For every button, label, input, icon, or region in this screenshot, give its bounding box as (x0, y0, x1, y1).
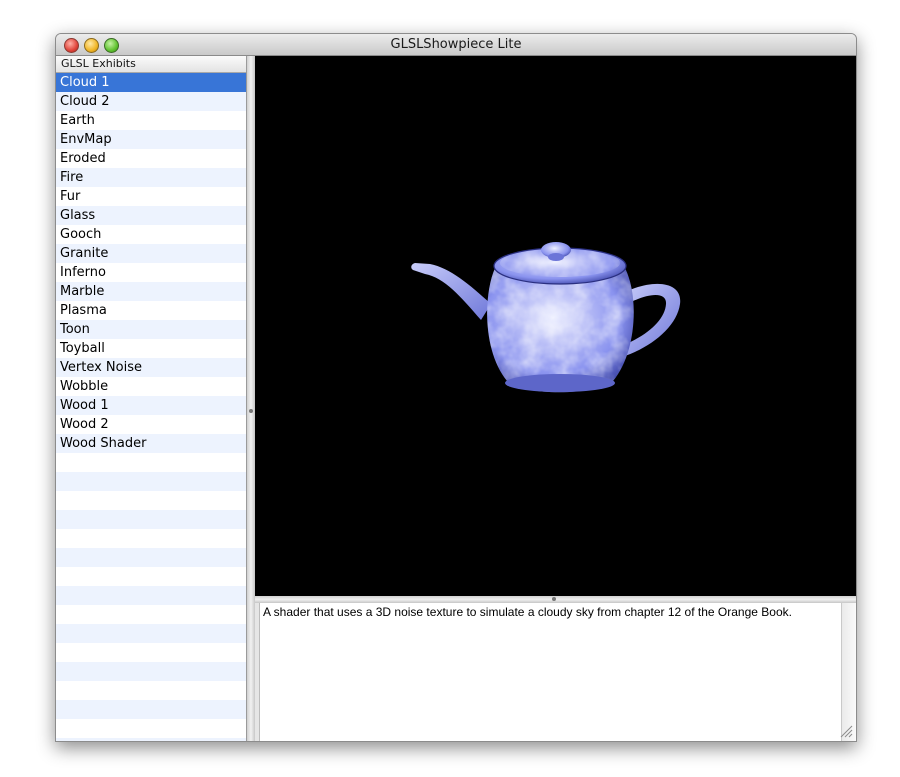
exhibit-item[interactable]: Wood 2 (56, 415, 246, 434)
window-title: GLSLShowpiece Lite (390, 37, 522, 52)
splitter-grip-icon (249, 409, 253, 413)
exhibit-item[interactable]: EnvMap (56, 130, 246, 149)
teapot-spout (411, 263, 491, 320)
exhibit-item[interactable]: Glass (56, 206, 246, 225)
exhibit-item[interactable]: Toyball (56, 339, 246, 358)
exhibit-item[interactable]: Eroded (56, 149, 246, 168)
exhibit-item[interactable]: Earth (56, 111, 246, 130)
splitter-grip-icon (552, 597, 556, 601)
app-window: GLSLShowpiece Lite GLSL Exhibits Cloud 1… (55, 33, 857, 742)
exhibit-item[interactable]: Plasma (56, 301, 246, 320)
exhibit-item[interactable]: Marble (56, 282, 246, 301)
teapot-knob-neck (548, 253, 564, 261)
exhibit-item[interactable]: Fire (56, 168, 246, 187)
exhibit-item[interactable]: Vertex Noise (56, 358, 246, 377)
exhibit-item[interactable]: Wobble (56, 377, 246, 396)
vertical-splitter[interactable] (247, 56, 255, 741)
title-bar[interactable]: GLSLShowpiece Lite (56, 34, 856, 56)
exhibit-item[interactable]: Cloud 2 (56, 92, 246, 111)
exhibit-item[interactable]: Wood Shader (56, 434, 246, 453)
exhibits-sidebar: GLSL Exhibits Cloud 1 Cloud 2 Earth EnvMap E… (56, 56, 247, 741)
exhibits-column-header[interactable]: GLSL Exhibits (56, 56, 246, 73)
exhibit-item[interactable]: Cloud 1 (56, 73, 246, 92)
horizontal-splitter[interactable] (255, 596, 856, 603)
exhibit-item[interactable]: Fur (56, 187, 246, 206)
exhibit-item[interactable]: Granite (56, 244, 246, 263)
description-scrollbar[interactable] (841, 603, 856, 741)
render-viewport[interactable] (255, 56, 856, 596)
exhibit-item[interactable]: Toon (56, 320, 246, 339)
teapot-base (505, 374, 615, 392)
resize-grip-icon[interactable] (840, 725, 853, 738)
exhibits-list[interactable]: Cloud 1 Cloud 2 Earth EnvMap Eroded Fire Fur Gl… (56, 73, 246, 741)
teapot-render (411, 242, 681, 393)
description-text[interactable]: A shader that uses a 3D noise texture to… (259, 603, 842, 741)
exhibit-item[interactable]: Gooch (56, 225, 246, 244)
teapot-cloud-texture (487, 268, 634, 393)
exhibit-item[interactable]: Inferno (56, 263, 246, 282)
exhibit-item[interactable]: Wood 1 (56, 396, 246, 415)
